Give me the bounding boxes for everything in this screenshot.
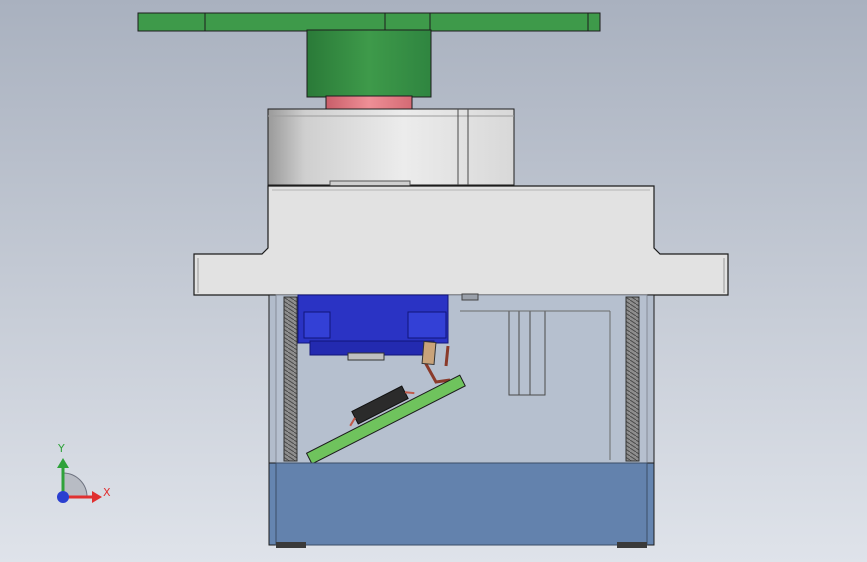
- cad-viewport[interactable]: Y X: [0, 0, 867, 562]
- servo-model-view[interactable]: [0, 0, 867, 562]
- mounting-flange: [193, 185, 729, 296]
- z-axis-dot: [57, 491, 69, 503]
- motor-cap: [267, 108, 515, 188]
- x-axis-label: X: [103, 486, 111, 499]
- threaded-rod-left: [283, 296, 298, 462]
- y-axis-label: Y: [58, 442, 65, 455]
- output-shaft: [325, 95, 413, 110]
- threaded-rod-right: [625, 296, 640, 462]
